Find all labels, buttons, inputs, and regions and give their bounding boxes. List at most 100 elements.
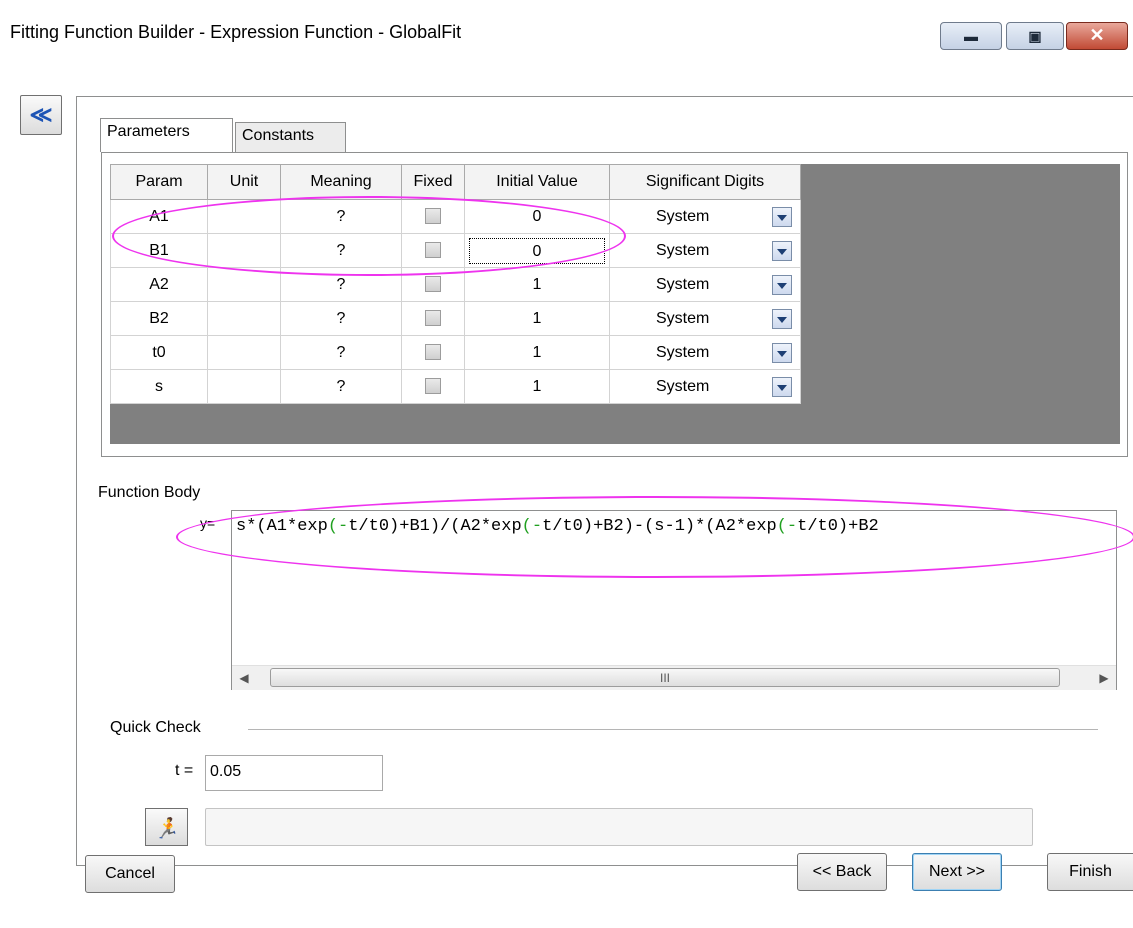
close-button[interactable]: ✕ [1066,22,1128,50]
significant-digits-dropdown[interactable] [772,275,792,295]
unit-cell[interactable] [207,335,281,370]
initial-value-cell[interactable]: 1 [464,335,610,370]
significant-digits-value: System [656,378,710,395]
header-significant-digits[interactable]: Significant Digits [609,164,801,200]
code-token: (- [327,517,349,536]
param-name-cell[interactable]: B1 [110,233,208,268]
t-value-input[interactable]: 0.05 [205,755,383,791]
significant-digits-cell: System [609,369,801,404]
header-param[interactable]: Param [110,164,208,200]
fixed-checkbox[interactable] [425,344,441,361]
unit-cell[interactable] [207,199,281,234]
unit-cell[interactable] [207,369,281,404]
scrollbar-thumb[interactable]: III [270,668,1060,687]
chevron-down-icon [777,283,787,289]
next-button[interactable]: Next >> [912,853,1002,891]
code-token: t/t0)+B1)/(A2*exp [348,517,522,536]
param-name-cell[interactable]: A1 [110,199,208,234]
meaning-cell[interactable]: ? [280,369,402,404]
param-name-cell[interactable]: s [110,369,208,404]
fixed-checkbox[interactable] [425,378,441,395]
meaning-cell[interactable]: ? [280,199,402,234]
significant-digits-dropdown[interactable] [772,343,792,363]
param-name-cell[interactable]: B2 [110,301,208,336]
double-chevron-left-icon: ≪ [29,102,53,127]
code-token: (- [776,517,798,536]
close-icon: ✕ [1089,25,1105,45]
quick-check-divider [248,729,1098,730]
t-variable-label: t = [175,762,194,779]
focused-initial-value[interactable]: 0 [469,237,605,264]
chevron-down-icon [777,385,787,391]
minimize-button[interactable]: ▬ [940,22,1002,50]
scroll-left-icon[interactable]: ◀ [232,666,256,690]
significant-digits-cell: System [609,199,801,234]
tab-parameters[interactable]: Parameters [100,118,233,152]
table-row: A2 ? 1 System [110,267,801,302]
chevron-down-icon [777,215,787,221]
significant-digits-value: System [656,208,710,225]
header-unit[interactable]: Unit [207,164,281,200]
collapse-panel-button[interactable]: ≪ [20,95,62,135]
code-token: t/t0)+B2 [797,517,879,536]
unit-cell[interactable] [207,267,281,302]
run-quick-check-button[interactable]: 🏃 [145,808,188,846]
header-meaning[interactable]: Meaning [280,164,402,200]
window-title: Fitting Function Builder - Expression Fu… [10,22,462,42]
meaning-cell[interactable]: ? [280,301,402,336]
meaning-cell[interactable]: ? [280,267,402,302]
fixed-checkbox[interactable] [425,208,441,225]
significant-digits-dropdown[interactable] [772,207,792,227]
maximize-icon: ▣ [1028,28,1042,44]
chevron-down-icon [777,317,787,323]
significant-digits-value: System [656,344,710,361]
initial-value-cell[interactable]: 1 [464,369,610,404]
fixed-cell [401,301,465,336]
tab-constants[interactable]: Constants [235,122,346,152]
table-row: B1 ? 0 System [110,233,801,268]
significant-digits-cell: System [609,335,801,370]
unit-cell[interactable] [207,301,281,336]
fixed-checkbox[interactable] [425,310,441,327]
fixed-cell [401,335,465,370]
initial-value-cell[interactable]: 0 [464,199,610,234]
param-name-cell[interactable]: t0 [110,335,208,370]
unit-cell[interactable] [207,233,281,268]
initial-value-cell[interactable]: 1 [464,267,610,302]
fixed-checkbox[interactable] [425,276,441,293]
function-body-editor[interactable]: s*(A1*exp(-t/t0)+B1)/(A2*exp(-t/t0)+B2)-… [231,510,1117,690]
quick-check-label: Quick Check [110,719,201,736]
header-initial-value[interactable]: Initial Value [464,164,610,200]
significant-digits-dropdown[interactable] [772,377,792,397]
header-fixed[interactable]: Fixed [401,164,465,200]
fixed-cell [401,267,465,302]
scroll-right-icon[interactable]: ▶ [1092,666,1116,690]
initial-value-cell[interactable]: 0 [464,233,610,268]
significant-digits-cell: System [609,301,801,336]
fixed-checkbox[interactable] [425,242,441,259]
chevron-down-icon [777,249,787,255]
code-token: t/t0)+B2)-(s-1)*(A2*exp [542,517,777,536]
significant-digits-value: System [656,310,710,327]
minimize-icon: ▬ [964,28,978,44]
function-body-scrollbar[interactable]: ◀ III ▶ [232,665,1116,690]
initial-value-cell[interactable]: 1 [464,301,610,336]
maximize-button[interactable]: ▣ [1006,22,1064,50]
function-body-code: s*(A1*exp(-t/t0)+B1)/(A2*exp(-t/t0)+B2)-… [236,517,879,536]
significant-digits-dropdown[interactable] [772,241,792,261]
back-button[interactable]: << Back [797,853,887,891]
param-name-cell[interactable]: A2 [110,267,208,302]
code-token: s*(A1*exp [236,517,328,536]
function-body-label: Function Body [98,484,201,501]
table-row: s ? 1 System [110,369,801,404]
table-row: t0 ? 1 System [110,335,801,370]
table-row: B2 ? 1 System [110,301,801,336]
parameters-table: Param Unit Meaning Fixed Initial Value S… [110,164,801,404]
cancel-button[interactable]: Cancel [85,855,175,893]
meaning-cell[interactable]: ? [280,335,402,370]
meaning-cell[interactable]: ? [280,233,402,268]
finish-button[interactable]: Finish [1047,853,1133,891]
significant-digits-dropdown[interactable] [772,309,792,329]
significant-digits-cell: System [609,233,801,268]
y-equals-label: y= [200,515,216,531]
